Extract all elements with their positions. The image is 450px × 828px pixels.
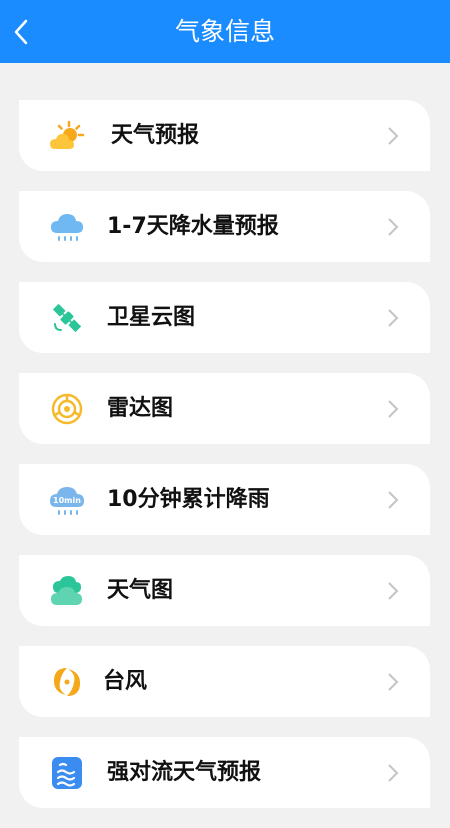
page-title: 气象信息 <box>174 17 275 46</box>
menu-item-radar-map[interactable]: 雷达图 <box>19 373 430 444</box>
chevron-right-icon <box>388 218 399 236</box>
menu-item-10min-rainfall[interactable]: 10min 10分钟累计降雨 <box>19 464 430 535</box>
menu-label: 1-7天降水量预报 <box>107 214 279 239</box>
app-header: 气象信息 <box>0 0 450 63</box>
chevron-right-icon <box>388 309 399 327</box>
menu-label: 10分钟累计降雨 <box>107 487 270 512</box>
cloud-icon <box>49 573 85 609</box>
menu-label: 天气图 <box>107 578 174 603</box>
satellite-icon <box>49 300 85 336</box>
sun-cloud-icon <box>49 118 85 154</box>
typhoon-icon <box>49 664 85 700</box>
menu-item-satellite-image[interactable]: 卫星云图 <box>19 282 430 353</box>
menu-item-weather-map[interactable]: 天气图 <box>19 555 430 626</box>
svg-text:10min: 10min <box>53 496 81 505</box>
menu-item-typhoon[interactable]: 台风 <box>19 646 430 717</box>
menu-label: 天气预报 <box>111 123 200 148</box>
chevron-right-icon <box>388 673 399 691</box>
rain-10min-icon: 10min <box>49 482 85 518</box>
chevron-right-icon <box>388 582 399 600</box>
chevron-right-icon <box>388 764 399 782</box>
convection-icon <box>49 755 85 791</box>
menu-label: 台风 <box>103 669 148 694</box>
menu-label: 雷达图 <box>107 396 174 421</box>
menu-label: 卫星云图 <box>107 305 196 330</box>
menu-item-precipitation-forecast[interactable]: 1-7天降水量预报 <box>19 191 430 262</box>
menu-list: 天气预报 1-7天降水量预报 卫星云图 雷达图 10min 10分钟累计降雨 天… <box>19 100 430 828</box>
rain-cloud-icon <box>49 209 85 245</box>
chevron-right-icon <box>388 400 399 418</box>
chevron-right-icon <box>388 491 399 509</box>
chevron-right-icon <box>388 127 399 145</box>
menu-item-severe-convection[interactable]: 强对流天气预报 <box>19 737 430 808</box>
radar-icon <box>49 391 85 427</box>
menu-item-weather-forecast[interactable]: 天气预报 <box>19 100 430 171</box>
menu-label: 强对流天气预报 <box>107 760 262 785</box>
